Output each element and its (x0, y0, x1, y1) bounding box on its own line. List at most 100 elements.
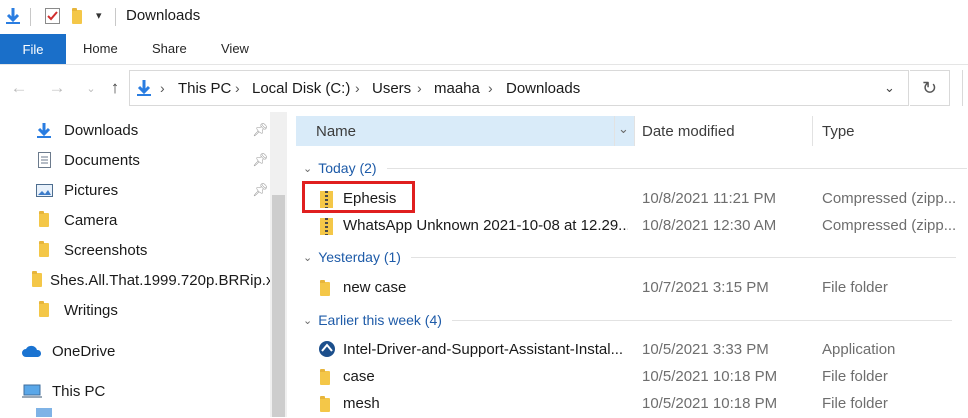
intel-installer-icon (318, 340, 336, 361)
nav-item-documents[interactable]: Documents 📌︎ (20, 147, 270, 173)
nav-item-label: This PC (52, 382, 106, 400)
folder-icon (320, 369, 330, 385)
tab-home[interactable]: Home (83, 41, 118, 56)
folder-icon (32, 241, 56, 257)
nav-item-camera[interactable]: Camera (20, 207, 270, 233)
pin-icon[interactable]: 📌︎ (252, 122, 269, 138)
nav-item-pictures[interactable]: Pictures 📌︎ (20, 177, 270, 203)
file-date: 10/5/2021 10:18 PM (642, 395, 778, 412)
folder-icon (32, 271, 42, 287)
3d-objects-icon (36, 408, 52, 417)
nav-item-writings[interactable]: Writings (20, 297, 270, 323)
customize-toolbar-chevron-icon[interactable]: ▾ (96, 9, 102, 22)
quick-access-down-icon[interactable] (5, 7, 21, 28)
file-name[interactable]: new case (343, 279, 628, 296)
nav-pane-scrollbar-thumb[interactable] (272, 195, 285, 417)
nav-item-shes-all-that[interactable]: Shes.All.That.1999.720p.BRRip.x (20, 267, 270, 293)
collapse-chevron-icon[interactable]: ⌄ (303, 162, 312, 175)
pictures-icon (32, 183, 56, 197)
file-type: Compressed (zipp... (822, 217, 957, 234)
group-divider (410, 256, 956, 258)
tab-share[interactable]: Share (152, 41, 187, 56)
nav-item-onedrive[interactable]: OneDrive (8, 338, 258, 364)
breadcrumb-user[interactable]: maaha (434, 80, 480, 97)
file-row-mesh[interactable]: mesh 10/5/2021 10:18 PM File folder (296, 391, 968, 418)
properties-check-icon[interactable] (45, 8, 60, 27)
column-header-date[interactable]: Date modified (642, 123, 735, 140)
nav-item-this-pc[interactable]: This PC (8, 378, 258, 404)
window-title: Downloads (126, 7, 201, 24)
pin-icon[interactable]: 📌︎ (252, 152, 269, 168)
recent-locations-chevron-icon[interactable]: ⌄ (80, 77, 102, 99)
column-divider[interactable] (614, 116, 615, 146)
toolbar-separator (30, 8, 31, 26)
new-folder-icon[interactable] (72, 8, 82, 24)
file-date: 10/7/2021 3:15 PM (642, 279, 769, 296)
nav-item-label: Pictures (64, 181, 119, 199)
file-row-whatsapp[interactable]: WhatsApp Unknown 2021-10-08 at 12.29... … (296, 213, 968, 240)
collapse-chevron-icon[interactable]: ⌄ (303, 251, 312, 264)
folder-icon (320, 396, 330, 412)
address-history-chevron-icon[interactable]: ⌄ (884, 80, 895, 96)
nav-item-label: Camera (64, 211, 118, 229)
breadcrumb-users[interactable]: Users (372, 80, 411, 97)
group-divider (386, 167, 967, 169)
file-type: Compressed (zipp... (822, 190, 957, 207)
pin-icon[interactable]: 📌︎ (252, 182, 269, 198)
document-icon (32, 152, 56, 168)
file-name[interactable]: Intel-Driver-and-Support-Assistant-Insta… (343, 341, 628, 358)
up-arrow-icon[interactable]: ↑ (104, 77, 126, 99)
column-header-name-label[interactable]: Name (316, 123, 356, 140)
file-name[interactable]: case (343, 368, 628, 385)
cloud-icon (20, 344, 44, 358)
nav-item-downloads[interactable]: Downloads 📌︎ (20, 117, 270, 143)
file-row-intel-installer[interactable]: Intel-Driver-and-Support-Assistant-Insta… (296, 337, 968, 364)
column-divider[interactable] (634, 116, 635, 146)
nav-item-label: Writings (64, 301, 118, 319)
file-date: 10/8/2021 11:21 PM (642, 190, 776, 207)
group-label: Today (2) (318, 160, 377, 176)
collapse-chevron-icon[interactable]: ⌄ (303, 314, 312, 327)
forward-arrow-icon[interactable]: → (46, 77, 68, 99)
refresh-icon[interactable]: ↻ (910, 70, 950, 106)
column-divider[interactable] (812, 116, 813, 146)
back-arrow-icon[interactable]: ← (8, 77, 30, 99)
nav-item-label: Documents (64, 151, 140, 169)
download-arrow-icon (32, 122, 56, 138)
breadcrumb-chevron-icon[interactable]: › (235, 80, 240, 96)
nav-item-label: Shes.All.That.1999.720p.BRRip.x (50, 271, 270, 289)
tab-view[interactable]: View (221, 41, 249, 56)
nav-item-label: Screenshots (64, 241, 148, 259)
breadcrumb-chevron-icon[interactable]: › (488, 80, 493, 96)
zip-icon (320, 218, 333, 235)
file-date: 10/5/2021 10:18 PM (642, 368, 778, 385)
nav-item-screenshots[interactable]: Screenshots (20, 237, 270, 263)
sort-chevron-icon[interactable]: ⌄ (618, 121, 629, 137)
group-header-today[interactable]: ⌄ Today (2) (303, 160, 967, 176)
toolbar-separator (115, 8, 116, 26)
breadcrumb-chevron-icon[interactable]: › (355, 80, 360, 96)
group-header-yesterday[interactable]: ⌄ Yesterday (1) (303, 249, 956, 265)
file-type: File folder (822, 279, 888, 296)
breadcrumb-chevron-icon[interactable]: › (417, 80, 422, 96)
address-downloads-icon (136, 79, 152, 100)
breadcrumb-downloads[interactable]: Downloads (506, 80, 580, 97)
file-name[interactable]: mesh (343, 395, 628, 412)
file-date: 10/5/2021 3:33 PM (642, 341, 769, 358)
nav-item-label: OneDrive (52, 342, 116, 360)
search-box[interactable] (962, 70, 968, 106)
file-row-case[interactable]: case 10/5/2021 10:18 PM File folder (296, 364, 968, 391)
group-label: Yesterday (1) (318, 249, 401, 265)
nav-item-label: Downloads (64, 121, 139, 139)
breadcrumb-local-disk[interactable]: Local Disk (C:) (252, 80, 350, 97)
group-header-earlier-this-week[interactable]: ⌄ Earlier this week (4) (303, 312, 952, 328)
file-row-new-case[interactable]: new case 10/7/2021 3:15 PM File folder (296, 275, 968, 302)
column-header-type[interactable]: Type (822, 123, 855, 140)
file-type: File folder (822, 368, 888, 385)
breadcrumb-chevron-icon[interactable]: › (160, 80, 165, 96)
file-name[interactable]: WhatsApp Unknown 2021-10-08 at 12.29... (343, 217, 628, 234)
computer-icon (20, 384, 44, 399)
tab-file[interactable]: File (0, 34, 66, 64)
breadcrumb-this-pc[interactable]: This PC (178, 80, 231, 97)
folder-icon (32, 211, 56, 227)
